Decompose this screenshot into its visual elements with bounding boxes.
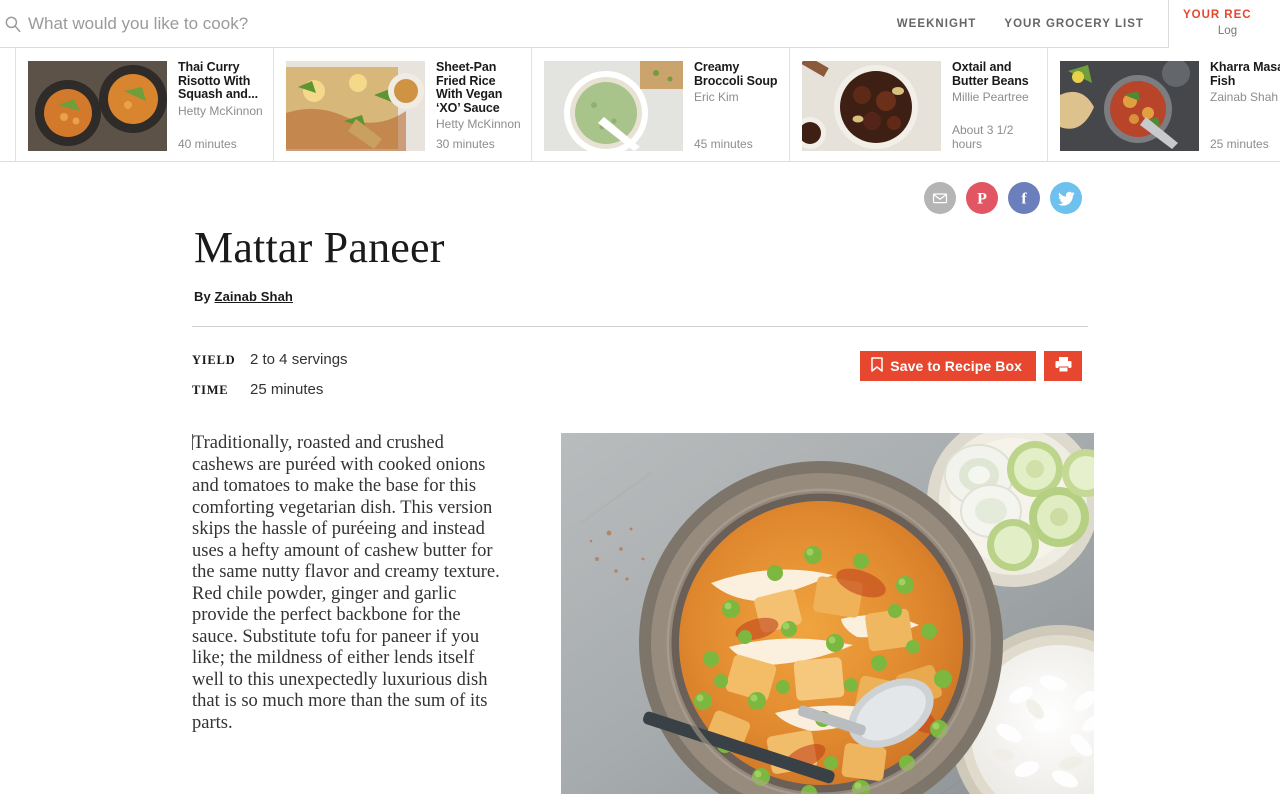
recipe-meta-row: Yield 2 to 4 servings Time 25 minutes Sa… [192,351,1088,411]
yield-label: Yield [192,353,236,367]
carousel-card-body: Thai Curry Risotto With Squash and... He… [178,61,265,151]
envelope-icon [932,190,948,206]
byline-prefix: By [194,289,211,304]
bookmark-icon [871,357,883,375]
carousel-card-title: Kharra Masala Fish [1210,61,1280,88]
carousel-card[interactable]: Sheet-Pan Fried Rice With Vegan ‘XO’ Sau… [274,48,532,161]
carousel-card-time: About 3 1/2 hours [952,123,1014,151]
carousel-card-body: Oxtail and Butter Beans Millie Peartree … [952,61,1039,151]
time-row: Time 25 minutes [192,381,348,398]
recipe-title: Mattar Paneer [194,223,445,272]
carousel-card-body: Kharra Masala Fish Zainab Shah 25 minute… [1210,61,1280,151]
header-divider [192,326,1088,327]
carousel-card-thumbnail [544,61,683,151]
author-link[interactable]: Zainab Shah [215,289,293,304]
search-bar[interactable] [0,0,883,47]
carousel-card-author: Zainab Shah [1210,90,1279,105]
carousel-card-author: Millie Peartree [952,90,1029,105]
time-label: Time [192,383,229,397]
recipe-description: Traditionally, roasted and crushed cashe… [192,433,504,734]
nav-link-grocery-list[interactable]: YOUR GROCERY LIST [990,18,1158,30]
pinterest-share-button[interactable]: P [966,182,998,214]
carousel-card-body: Chile Crisp Tofu [0,61,7,151]
carousel-card-time: 25 minutes [1210,137,1269,151]
svg-text:P: P [977,191,987,208]
recipe-carousel[interactable]: Chile Crisp Tofu [0,48,1280,162]
carousel-card-author: Hetty McKinnon [178,103,263,118]
printer-icon [1054,356,1073,376]
yield-row: Yield 2 to 4 servings [192,351,348,368]
carousel-card-thumbnail [1060,61,1199,151]
carousel-card-title: Thai Curry Risotto With Squash and... [178,61,258,102]
carousel-card-author: Eric Kim [694,90,739,105]
recipe-box-label: YOUR REC [1183,8,1252,21]
save-to-recipe-box-button[interactable]: Save to Recipe Box [860,351,1036,381]
svg-text:f: f [1021,191,1027,208]
carousel-card-title: Sheet-Pan Fried Rice With Vegan ‘XO’ Sau… [436,61,503,115]
nav-link-weeknight[interactable]: WEEKNIGHT [883,18,991,30]
recipe-actions: Save to Recipe Box [860,351,1088,381]
carousel-card-time: 45 minutes [694,137,753,151]
recipe-content: P f Mattar Paneer By Zainab Shah YIELD 2… [192,162,1094,800]
print-recipe-button[interactable] [1044,351,1082,381]
carousel-card-thumbnail [286,61,425,151]
save-button-label: Save to Recipe Box [890,358,1022,374]
search-icon [4,15,22,33]
carousel-card-title: Creamy Broccoli Soup [694,61,778,88]
carousel-card[interactable]: Oxtail and Butter Beans Millie Peartree … [790,48,1048,161]
recipe-description-text: Traditionally, roasted and crushed cashe… [192,433,500,733]
pinterest-icon: P [973,189,991,208]
carousel-card-title: Oxtail and Butter Beans [952,61,1029,88]
recipe-photo [561,433,1094,794]
yield-value: 2 to 4 servings [250,351,348,368]
carousel-card-thumbnail [28,61,167,151]
recipe-byline: By Zainab Shah [194,289,1088,304]
carousel-card-body: Creamy Broccoli Soup Eric Kim 45 minutes [694,61,781,151]
social-share-row: P f [192,162,1088,214]
recipe-photo-column: Linda Pugliese for The New York Times. F… [532,433,1094,800]
recipe-main: P f Mattar Paneer By Zainab Shah YIELD 2… [0,162,1280,800]
carousel-track: Chile Crisp Tofu [0,48,1280,161]
carousel-card[interactable]: Thai Curry Risotto With Squash and... He… [16,48,274,161]
recipe-description-column: Traditionally, roasted and crushed cashe… [192,433,532,734]
carousel-card[interactable]: Kharra Masala Fish Zainab Shah 25 minute… [1048,48,1280,161]
recipe-meta-list: Yield 2 to 4 servings Time 25 minutes [192,351,348,411]
twitter-icon [1057,191,1075,206]
facebook-icon: f [1015,189,1033,208]
login-label[interactable]: Log [1183,23,1266,39]
your-recipe-box-button[interactable]: YOUR REC Log [1168,0,1280,48]
search-input[interactable] [28,13,548,34]
email-share-button[interactable] [924,182,956,214]
header-nav: WEEKNIGHT YOUR GROCERY LIST [883,0,1158,47]
recipe-body-row: Traditionally, roasted and crushed cashe… [192,433,1094,800]
carousel-card-time: 40 minutes [178,137,237,151]
carousel-card-time: 30 minutes [436,137,495,151]
twitter-share-button[interactable] [1050,182,1082,214]
carousel-card-thumbnail [802,61,941,151]
site-header: WEEKNIGHT YOUR GROCERY LIST YOUR REC Log [0,0,1280,48]
carousel-card-title: Chile Crisp Tofu [0,61,7,88]
time-value: 25 minutes [250,381,324,398]
carousel-card-author: Hetty McKinnon [436,117,521,132]
facebook-share-button[interactable]: f [1008,182,1040,214]
carousel-card-body: Sheet-Pan Fried Rice With Vegan ‘XO’ Sau… [436,61,523,151]
carousel-card[interactable]: Creamy Broccoli Soup Eric Kim 45 minutes [532,48,790,161]
carousel-card[interactable]: Chile Crisp Tofu [0,48,16,161]
